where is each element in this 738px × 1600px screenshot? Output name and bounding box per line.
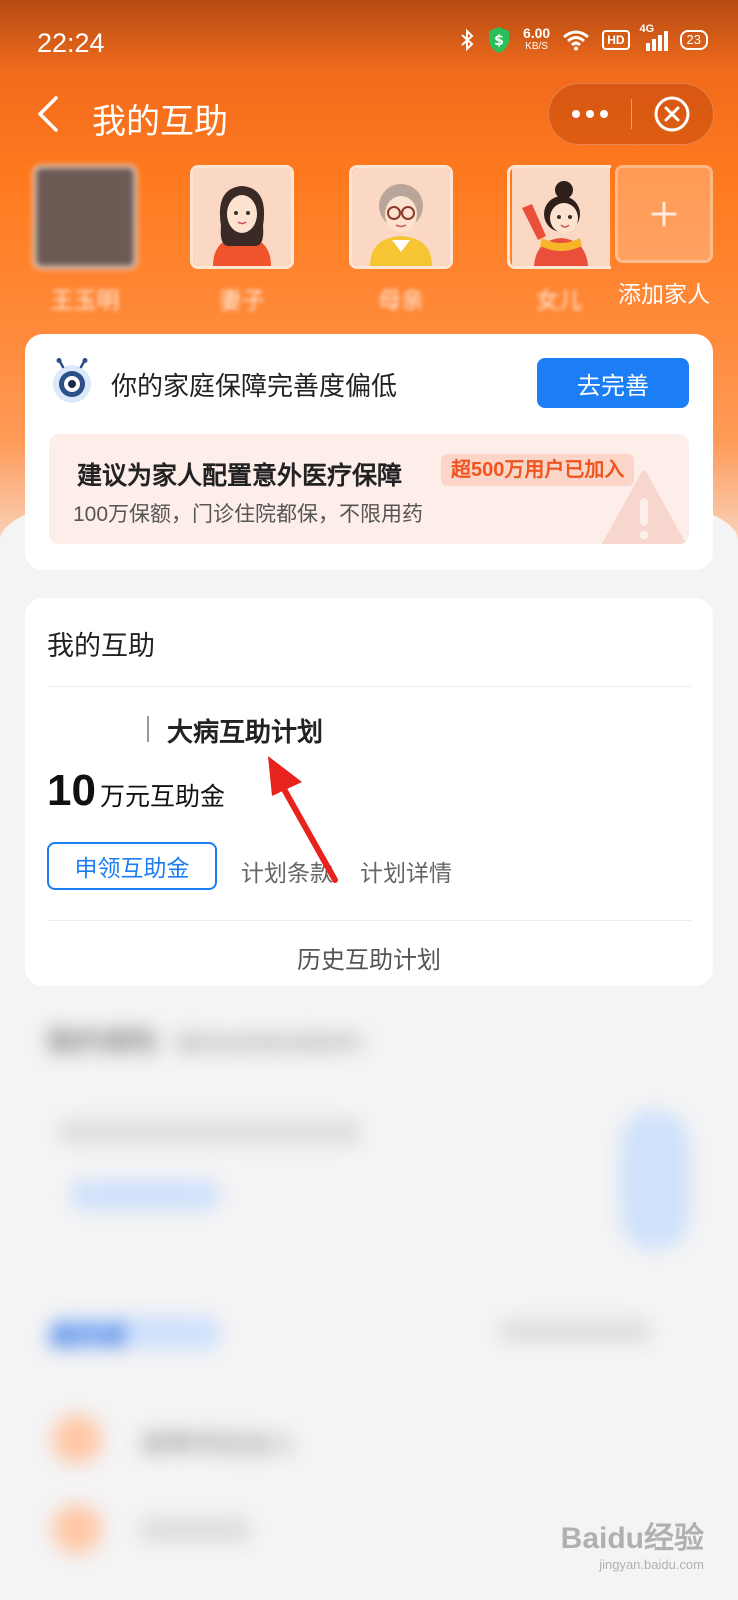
improve-button[interactable]: 去完善 [537,358,689,408]
section-title: 我的互助 [47,631,155,661]
bluetooth-icon [459,28,475,52]
plan-name[interactable]: 大病互助计划 [167,712,323,749]
my-mutual-aid-card: 我的互助 大病互助计划 10 万元互助金 申领互助金 计划条款 计划详情 历史互助… [25,598,713,986]
insurance-suggestion-banner[interactable]: 建议为家人配置意外医疗保障 超500万用户已加入 100万保额，门诊住院都保，不… [49,434,689,544]
battery-indicator: 23 [679,30,708,50]
item-label: 保障项目加入 [140,1429,297,1459]
history-plans-link[interactable]: 历史互助计划 [25,940,713,975]
insurance-section-title: 我的保险（服务由蚂蚁保提供） [46,1026,379,1057]
signal-icon: 4G [640,23,668,51]
add-family-label: 添加家人 [618,281,710,307]
mini-program-capsule [548,83,714,145]
warning-icon [599,464,689,544]
placeholder-icon [52,1414,102,1464]
wifi-icon [562,29,590,51]
status-time: 22:24 [37,28,105,58]
baidu-watermark: Baidu经验 jingyan.baidu.com [560,1522,704,1572]
close-circle-icon [654,96,690,132]
plan-separator [147,716,149,742]
hd-indicator: HD [602,30,630,50]
member-daughter[interactable]: 女儿 [507,165,611,315]
page-title: 我的互助 [92,103,228,141]
aid-amount-unit: 万元互助金 [99,783,225,811]
add-family-button[interactable]: 添加家人 [612,165,716,309]
robot-mascot-icon [49,358,95,404]
member-wife[interactable]: 妻子 [190,165,294,315]
top-nav: 我的互助 [0,80,738,146]
family-protection-card: 你的家庭保障完善度偏低 去完善 建议为家人配置意外医疗保障 超500万用户已加入… [25,334,713,570]
avatar [349,165,453,269]
avatar [33,165,137,269]
status-icons: $ 6.00 KB/S HD 4G 23 [459,23,708,54]
add-box [615,165,713,263]
member-name: 女儿 [536,287,582,313]
shield-dollar-icon: $ [487,26,511,54]
suggestion-title: 建议为家人配置意外医疗保障 [77,462,403,490]
svg-text:$: $ [494,33,504,49]
placeholder-line [500,1320,650,1342]
blurred-content: 我的保险（服务由蚂蚁保提供） 我的保 保障项目加入 [0,1000,738,1600]
status-bar: 22:24 $ 6.00 KB/S HD 4G 23 [0,0,738,66]
member-self[interactable]: 王玉明 [33,165,137,315]
avatar [507,165,611,269]
annotation-arrow-icon [250,752,350,892]
protection-status-text: 你的家庭保障完善度偏低 [111,371,398,401]
back-arrow-icon[interactable] [30,94,70,134]
section2-title: 我的保 [46,1321,125,1351]
placeholder-line [60,1120,360,1144]
placeholder-line [140,1518,250,1542]
more-button[interactable] [549,83,631,145]
member-mother[interactable]: 母亲 [349,165,453,315]
family-members-row: 王玉明 妻子 母亲 女儿 添加家人 [0,165,738,315]
claim-aid-button[interactable]: 申领互助金 [47,842,217,890]
member-name: 母亲 [378,287,424,313]
placeholder-icon [52,1504,102,1554]
avatar [190,165,294,269]
placeholder-button [70,1180,220,1210]
divider [47,686,691,687]
suggestion-subtitle: 100万保额，门诊住院都保，不限用药 [73,503,424,526]
plus-icon [651,201,677,227]
plan-details-link[interactable]: 计划详情 [360,854,452,888]
aid-amount: 10 万元互助金 [47,766,225,816]
member-name: 王玉明 [50,287,120,313]
close-button[interactable] [632,83,714,145]
member-name: 妻子 [219,287,265,313]
placeholder-badge [620,1110,690,1250]
aid-amount-number: 10 [47,766,96,815]
network-speed: 6.00 KB/S [522,25,551,52]
divider [47,920,691,921]
